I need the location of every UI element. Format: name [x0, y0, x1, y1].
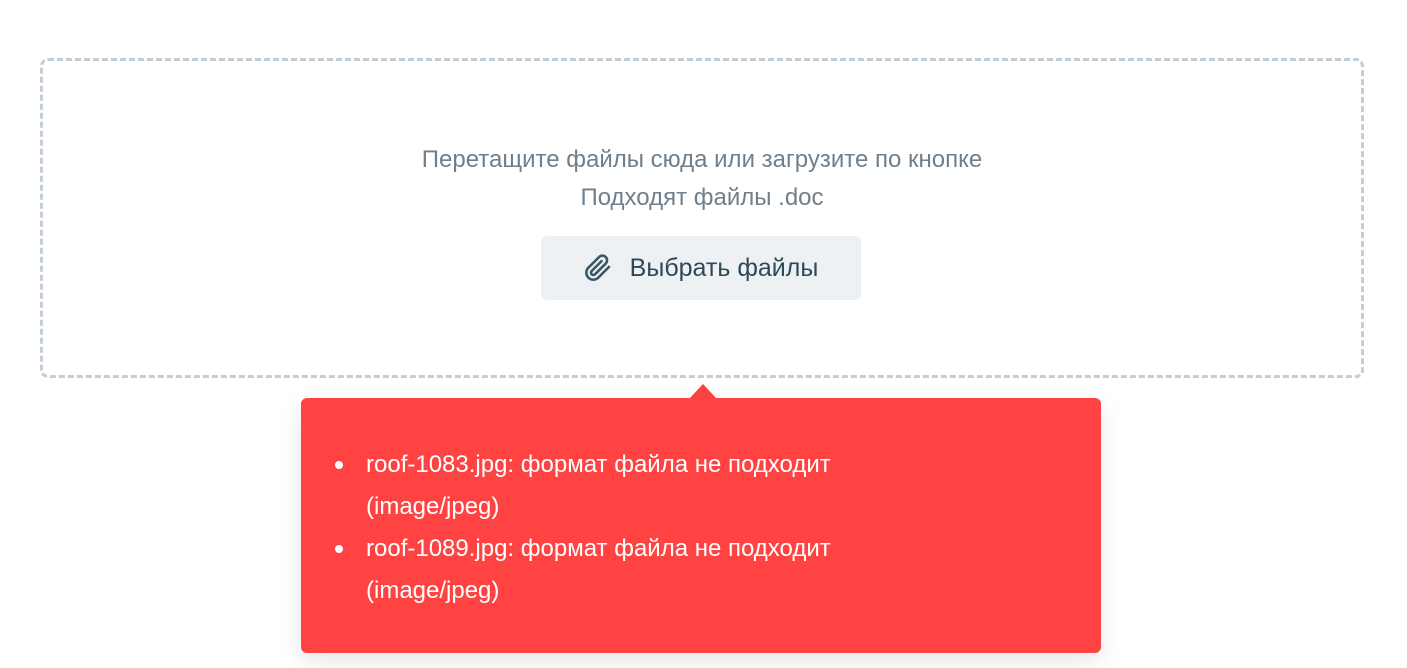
error-item: roof-1083.jpg: формат файла не подходит … — [331, 444, 951, 528]
dropzone-instruction: Перетащите файлы сюда или загрузите по к… — [421, 146, 983, 173]
error-list: roof-1083.jpg: формат файла не подходит … — [331, 444, 951, 612]
error-tooltip: roof-1083.jpg: формат файла не подходит … — [301, 398, 1101, 653]
select-files-label: Выбрать файлы — [629, 253, 819, 282]
error-text: roof-1089.jpg: формат файла не подходит … — [366, 535, 831, 604]
error-tooltip-arrow — [690, 384, 716, 398]
bullet-icon — [335, 461, 343, 469]
dropzone-accepted-formats: Подходят файлы .doc — [580, 184, 824, 211]
file-dropzone[interactable]: Перетащите файлы сюда или загрузите по к… — [40, 58, 1364, 378]
error-item: roof-1089.jpg: формат файла не подходит … — [331, 528, 951, 612]
error-text: roof-1083.jpg: формат файла не подходит … — [366, 451, 831, 520]
bullet-icon — [335, 545, 343, 553]
select-files-button[interactable]: Выбрать файлы — [541, 236, 861, 300]
paperclip-icon — [584, 254, 612, 282]
